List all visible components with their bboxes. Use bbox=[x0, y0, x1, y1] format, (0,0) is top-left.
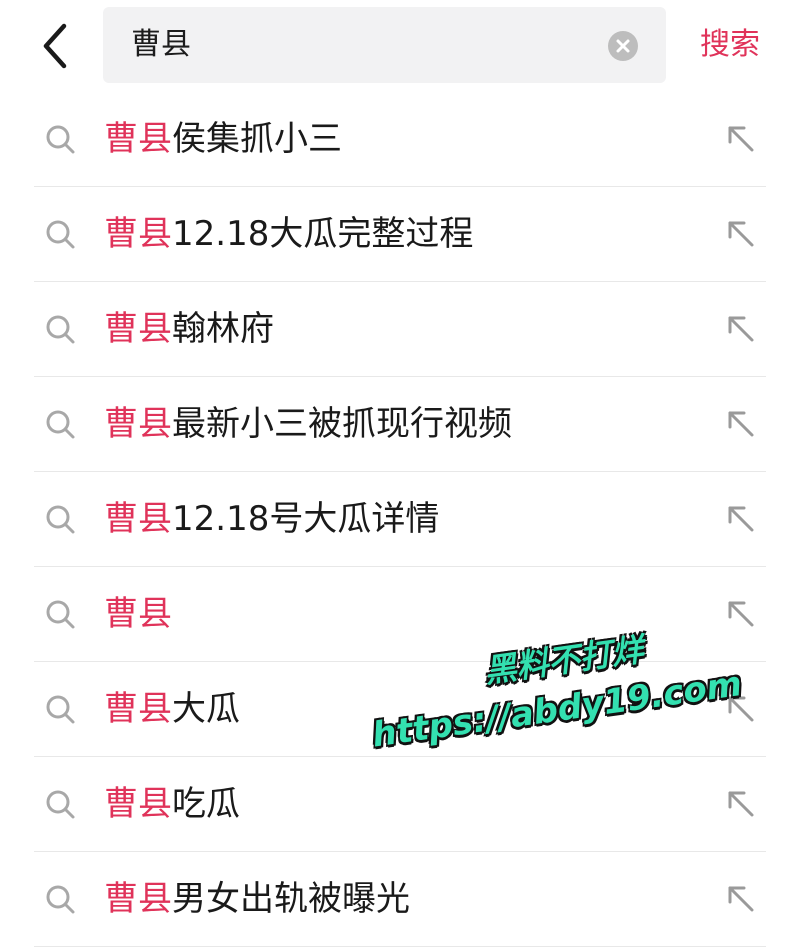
chevron-left-icon bbox=[43, 23, 67, 69]
suggestion-text: 曹县男女出轨被曝光 bbox=[104, 852, 410, 947]
list-item[interactable]: 曹县翰林府 bbox=[0, 282, 800, 377]
suggestion-rest: 翰林府 bbox=[172, 309, 274, 349]
search-icon bbox=[46, 600, 75, 629]
search-icon bbox=[46, 125, 75, 154]
arrow-up-left-icon[interactable] bbox=[724, 407, 758, 441]
suggestion-rest: 侯集抓小三 bbox=[172, 119, 342, 159]
suggestion-highlight: 曹县 bbox=[104, 214, 172, 254]
suggestion-highlight: 曹县 bbox=[104, 784, 172, 824]
suggestion-text: 曹县吃瓜 bbox=[104, 757, 240, 852]
suggestion-highlight: 曹县 bbox=[104, 499, 172, 539]
search-icon bbox=[46, 695, 75, 724]
arrow-up-left-icon[interactable] bbox=[724, 787, 758, 821]
suggestion-rest: 最新小三被抓现行视频 bbox=[172, 404, 512, 444]
arrow-up-left-icon[interactable] bbox=[724, 692, 758, 726]
search-icon bbox=[46, 790, 75, 819]
search-submit-button[interactable]: 搜索 bbox=[700, 22, 760, 68]
suggestion-highlight: 曹县 bbox=[104, 309, 172, 349]
search-icon bbox=[46, 885, 75, 914]
suggestion-text: 曹县侯集抓小三 bbox=[104, 92, 342, 187]
search-icon bbox=[46, 220, 75, 249]
suggestion-list: 曹县侯集抓小三 曹县12.18大瓜完整过程 曹县翰林府 曹县最新小三被抓现行视频… bbox=[0, 92, 800, 947]
suggestion-rest: 大瓜 bbox=[172, 689, 240, 729]
suggestion-rest: 吃瓜 bbox=[172, 784, 240, 824]
arrow-up-left-icon[interactable] bbox=[724, 122, 758, 156]
list-item[interactable]: 曹县吃瓜 bbox=[0, 757, 800, 852]
arrow-up-left-icon[interactable] bbox=[724, 502, 758, 536]
list-item[interactable]: 曹县男女出轨被曝光 bbox=[0, 852, 800, 947]
back-button[interactable] bbox=[30, 20, 82, 72]
arrow-up-left-icon[interactable] bbox=[724, 882, 758, 916]
suggestion-text: 曹县翰林府 bbox=[104, 282, 274, 377]
clear-button[interactable] bbox=[608, 31, 638, 61]
suggestion-highlight: 曹县 bbox=[104, 689, 172, 729]
search-icon bbox=[46, 505, 75, 534]
search-icon bbox=[46, 315, 75, 344]
search-icon bbox=[46, 410, 75, 439]
search-header: 搜索 bbox=[0, 0, 800, 90]
suggestion-highlight: 曹县 bbox=[104, 404, 172, 444]
suggestion-text: 曹县12.18大瓜完整过程 bbox=[104, 187, 473, 282]
search-input[interactable] bbox=[131, 7, 591, 83]
clear-circle-icon bbox=[616, 39, 630, 53]
suggestion-highlight: 曹县 bbox=[104, 879, 172, 919]
search-box[interactable] bbox=[103, 7, 666, 83]
list-item[interactable]: 曹县最新小三被抓现行视频 bbox=[0, 377, 800, 472]
suggestion-text: 曹县 bbox=[104, 567, 172, 662]
suggestion-highlight: 曹县 bbox=[104, 119, 172, 159]
suggestion-rest: 男女出轨被曝光 bbox=[172, 879, 410, 919]
suggestion-text: 曹县最新小三被抓现行视频 bbox=[104, 377, 512, 472]
list-item[interactable]: 曹县大瓜 bbox=[0, 662, 800, 757]
arrow-up-left-icon[interactable] bbox=[724, 597, 758, 631]
list-item[interactable]: 曹县侯集抓小三 bbox=[0, 92, 800, 187]
suggestion-rest: 12.18号大瓜详情 bbox=[172, 499, 440, 539]
arrow-up-left-icon[interactable] bbox=[724, 312, 758, 346]
suggestion-text: 曹县大瓜 bbox=[104, 662, 240, 757]
arrow-up-left-icon[interactable] bbox=[724, 217, 758, 251]
suggestion-text: 曹县12.18号大瓜详情 bbox=[104, 472, 439, 567]
list-item[interactable]: 曹县12.18大瓜完整过程 bbox=[0, 187, 800, 282]
suggestion-rest: 12.18大瓜完整过程 bbox=[172, 214, 474, 254]
suggestion-highlight: 曹县 bbox=[104, 594, 172, 634]
list-item[interactable]: 曹县12.18号大瓜详情 bbox=[0, 472, 800, 567]
list-item[interactable]: 曹县 bbox=[0, 567, 800, 662]
